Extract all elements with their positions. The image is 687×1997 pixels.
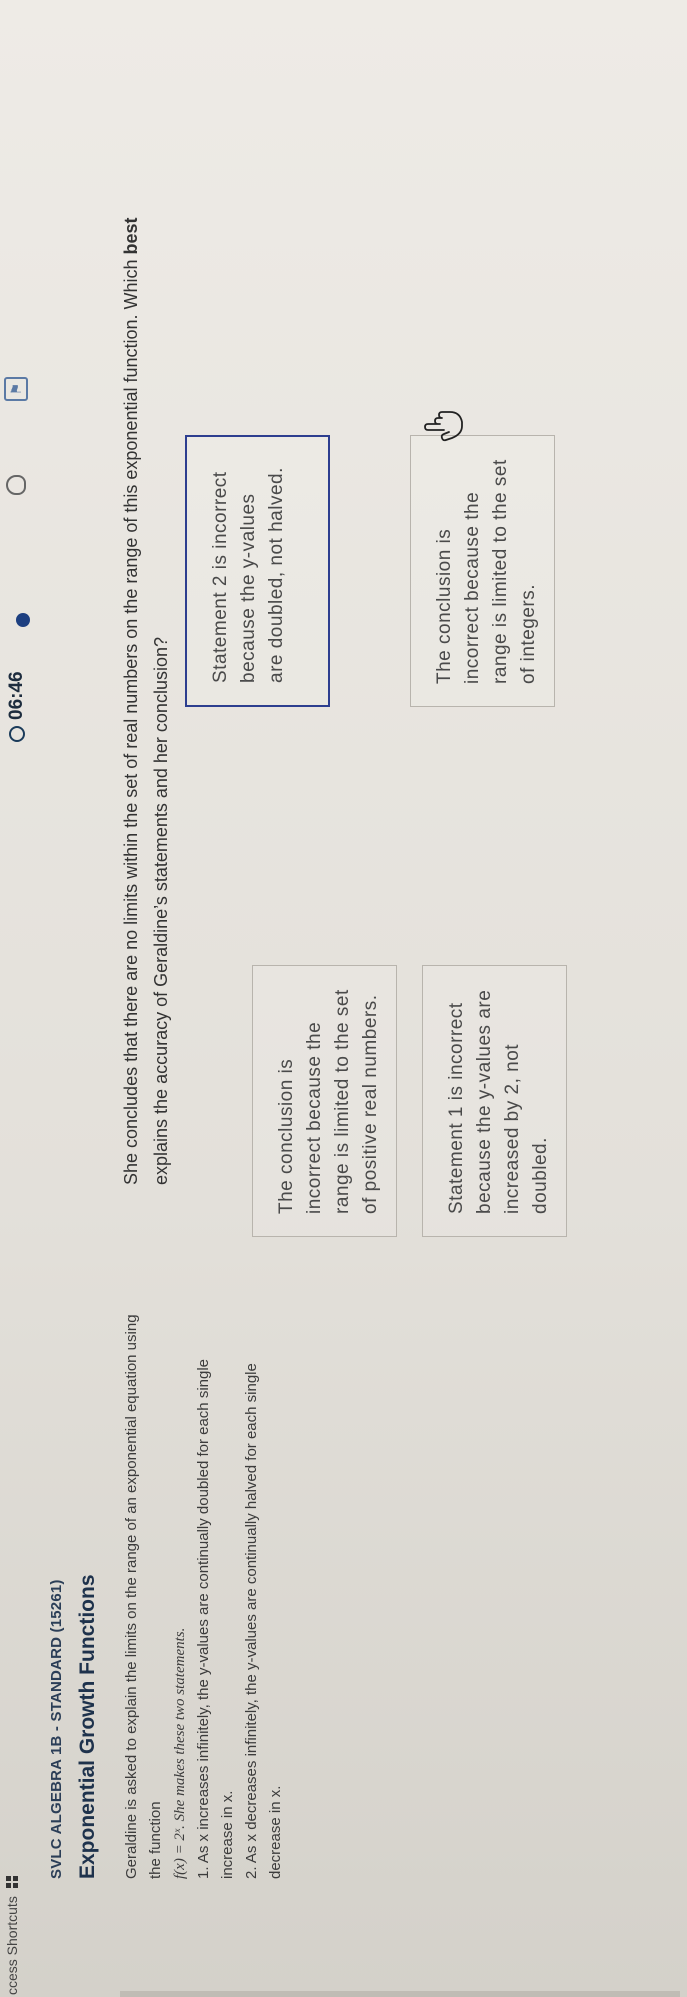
question-intro: Geraldine is asked to explain the limits… <box>123 1314 164 1879</box>
left-edge-shadow <box>120 1991 680 1997</box>
answer-choice[interactable]: The conclusion is incorrect because the … <box>252 965 397 1237</box>
answer-choice[interactable]: Statement 1 is incorrect because the y-v… <box>422 965 567 1237</box>
choice-text: The conclusion is incorrect because the … <box>276 989 381 1214</box>
choice-text: The conclusion is incorrect because the … <box>434 459 539 684</box>
hand-cursor-icon <box>424 411 463 442</box>
flag-icon[interactable]: ⚑ <box>4 377 28 401</box>
timer-value: 06:46 <box>6 671 27 720</box>
lightbulb-icon[interactable] <box>6 475 26 495</box>
question-prompt: She concludes that there are no limits w… <box>116 165 176 1185</box>
prompt-part-2: explains the accuracy of Geraldine’s sta… <box>151 637 171 1185</box>
question-stem: Geraldine is asked to explain the limits… <box>120 1299 288 1879</box>
access-shortcuts-label: ccess Shortcuts <box>4 1896 20 1995</box>
course-label: SVLC ALGEBRA 1B - STANDARD (15261) <box>48 1579 65 1879</box>
answer-choice[interactable]: The conclusion is incorrect because the … <box>410 435 555 707</box>
answer-choice-selected[interactable]: Statement 2 is incorrect because the y-v… <box>185 435 330 707</box>
statement-2: 2. As x decreases infinitely, the y-valu… <box>243 1363 284 1879</box>
function-text: f(x) = 2ˣ. She makes these two statement… <box>172 1627 188 1879</box>
lesson-title: Exponential Growth Functions <box>76 1574 99 1880</box>
access-shortcuts[interactable]: ccess Shortcuts <box>4 1876 20 1995</box>
prompt-bold: best <box>121 217 141 255</box>
statement-1: 1. As x increases infinitely, the y-valu… <box>195 1358 236 1879</box>
screen: ccess Shortcuts 06:46 ⚑ SVLC ALGEBRA 1B … <box>0 0 687 1997</box>
timer-icon <box>9 726 25 742</box>
prompt-part-1: She concludes that there are no limits w… <box>121 254 141 1185</box>
progress-dot <box>16 613 30 627</box>
choice-text: Statement 1 is incorrect because the y-v… <box>446 989 551 1214</box>
choice-text: Statement 2 is incorrect because the y-v… <box>210 467 287 683</box>
timer: 06:46 <box>6 671 28 742</box>
grid-icon <box>6 1876 18 1889</box>
